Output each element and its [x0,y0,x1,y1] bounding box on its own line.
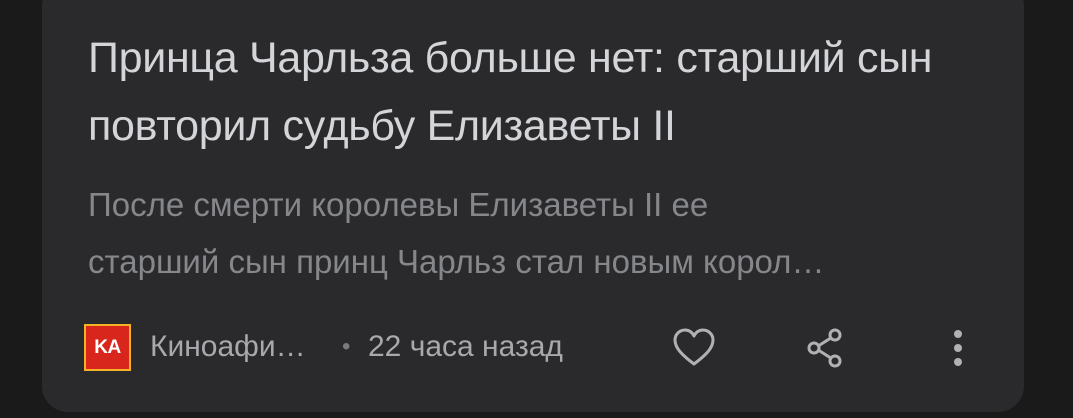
publish-time: 22 часа назад [368,330,563,363]
share-button[interactable] [802,325,848,371]
source-logo[interactable]: KA [84,324,131,371]
article-title[interactable]: Принца Чарльза больше нет: старший сын п… [88,24,988,160]
article-meta-row: KA Киноафи… • 22 часа назад [84,321,984,373]
more-vertical-icon [954,330,962,366]
heart-icon [673,328,715,366]
source-name[interactable]: Киноафи… [150,327,306,367]
more-options-button[interactable] [935,325,981,371]
like-button[interactable] [671,325,717,371]
share-icon [807,328,842,368]
meta-separator: • [342,333,351,360]
article-snippet[interactable]: После смерти королевы Елизаветы II ее ст… [88,176,978,290]
source-logo-text: KA [94,336,121,358]
